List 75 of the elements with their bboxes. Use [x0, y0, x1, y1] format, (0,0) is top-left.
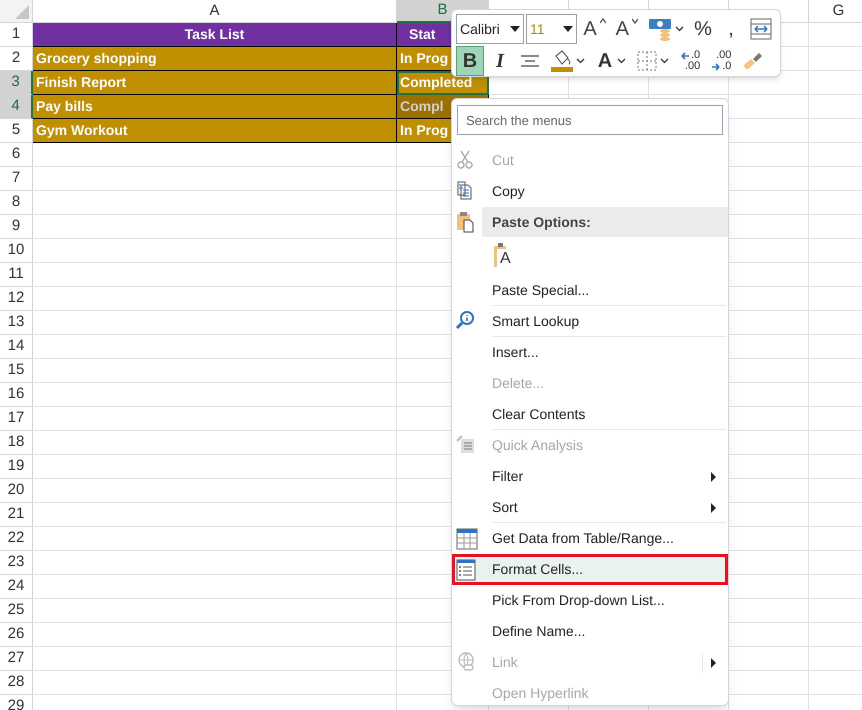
row-header[interactable]: 11 — [0, 263, 33, 287]
font-name-field[interactable]: Calibri — [456, 14, 524, 44]
money-icon — [648, 17, 672, 41]
row-header[interactable]: 15 — [0, 359, 33, 383]
submenu-arrow-icon — [711, 502, 716, 512]
menu-item[interactable]: Smart Lookup — [452, 306, 728, 337]
menu-item[interactable]: Insert... — [452, 337, 728, 368]
table-icon — [456, 528, 478, 550]
row-header[interactable]: 23 — [0, 551, 33, 575]
paste-button[interactable]: A — [490, 241, 518, 271]
row-header[interactable]: 5 — [0, 119, 33, 143]
menu-item[interactable]: Copy — [452, 176, 728, 207]
borders-icon — [637, 51, 657, 71]
menu-item[interactable]: Define Name... — [452, 616, 728, 647]
row-header[interactable]: 28 — [0, 671, 33, 695]
caret-icon — [660, 58, 669, 64]
row-header[interactable]: 24 — [0, 575, 33, 599]
font-color-button[interactable]: A — [592, 46, 630, 76]
grow-font-button[interactable]: A — [579, 14, 610, 44]
dropdown-icon — [563, 26, 574, 32]
row-header[interactable]: 21 — [0, 503, 33, 527]
caret-icon — [600, 18, 606, 24]
paintbrush-icon — [742, 51, 764, 71]
caret-icon — [617, 58, 626, 64]
menu-item[interactable]: Pick From Drop-down List... — [452, 585, 728, 616]
arrow-icon — [711, 62, 722, 70]
row-header[interactable]: 8 — [0, 191, 33, 215]
shrink-font-button[interactable]: A — [612, 14, 642, 44]
caret-icon — [675, 26, 684, 32]
increase-decimal-button[interactable]: .0 .00 — [676, 46, 704, 76]
merge-icon — [750, 18, 772, 40]
menu-item[interactable]: Clear Contents — [452, 399, 728, 430]
section-header: Paste Options: — [482, 207, 728, 237]
text-button[interactable]: % — [690, 14, 716, 44]
caret-icon — [632, 18, 638, 24]
italic-button[interactable]: I — [487, 46, 513, 76]
menu-item[interactable]: Paste Special... — [452, 275, 728, 306]
row-header[interactable]: 7 — [0, 167, 33, 191]
select-all-triangle-icon — [15, 5, 29, 19]
row-header[interactable]: 13 — [0, 311, 33, 335]
search-field[interactable]: Search the menus — [457, 105, 723, 135]
row-header[interactable]: 18 — [0, 431, 33, 455]
dropdown-icon — [510, 26, 520, 32]
submenu-arrow-icon — [711, 658, 716, 668]
row-header[interactable]: 3 — [0, 71, 33, 95]
menu-item[interactable]: Get Data from Table/Range... — [452, 523, 728, 554]
row-header[interactable]: 25 — [0, 599, 33, 623]
header-cell[interactable]: Task List — [33, 23, 397, 47]
row-header[interactable]: 19 — [0, 455, 33, 479]
row-header[interactable]: 6 — [0, 143, 33, 167]
select-all-corner[interactable] — [0, 0, 33, 23]
row-header[interactable]: 16 — [0, 383, 33, 407]
row-header[interactable]: 26 — [0, 623, 33, 647]
column-header[interactable]: A — [33, 0, 397, 23]
row-header[interactable]: 17 — [0, 407, 33, 431]
menu-item[interactable]: Sort — [452, 492, 728, 523]
row-header[interactable]: 4 — [0, 95, 33, 119]
menu-item[interactable]: Filter — [452, 461, 728, 492]
arrow-icon — [680, 52, 690, 60]
submenu-arrow-icon — [711, 472, 716, 482]
bold-button[interactable]: B — [456, 46, 484, 76]
row-header[interactable]: 22 — [0, 527, 33, 551]
row-header[interactable]: 2 — [0, 47, 33, 71]
list-icon — [456, 558, 478, 580]
menu-item[interactable]: Format Cells... — [452, 554, 728, 585]
row-header[interactable]: 10 — [0, 239, 33, 263]
row-header[interactable]: 14 — [0, 335, 33, 359]
text-button[interactable]: , — [718, 14, 744, 44]
row-header[interactable]: 9 — [0, 215, 33, 239]
row-header[interactable]: 27 — [0, 647, 33, 671]
decrease-decimal-button[interactable]: .00 .0 — [707, 46, 736, 76]
row-header[interactable]: 1 — [0, 23, 33, 47]
caret-icon — [576, 58, 585, 64]
row-header[interactable]: 20 — [0, 479, 33, 503]
row-header[interactable]: 12 — [0, 287, 33, 311]
